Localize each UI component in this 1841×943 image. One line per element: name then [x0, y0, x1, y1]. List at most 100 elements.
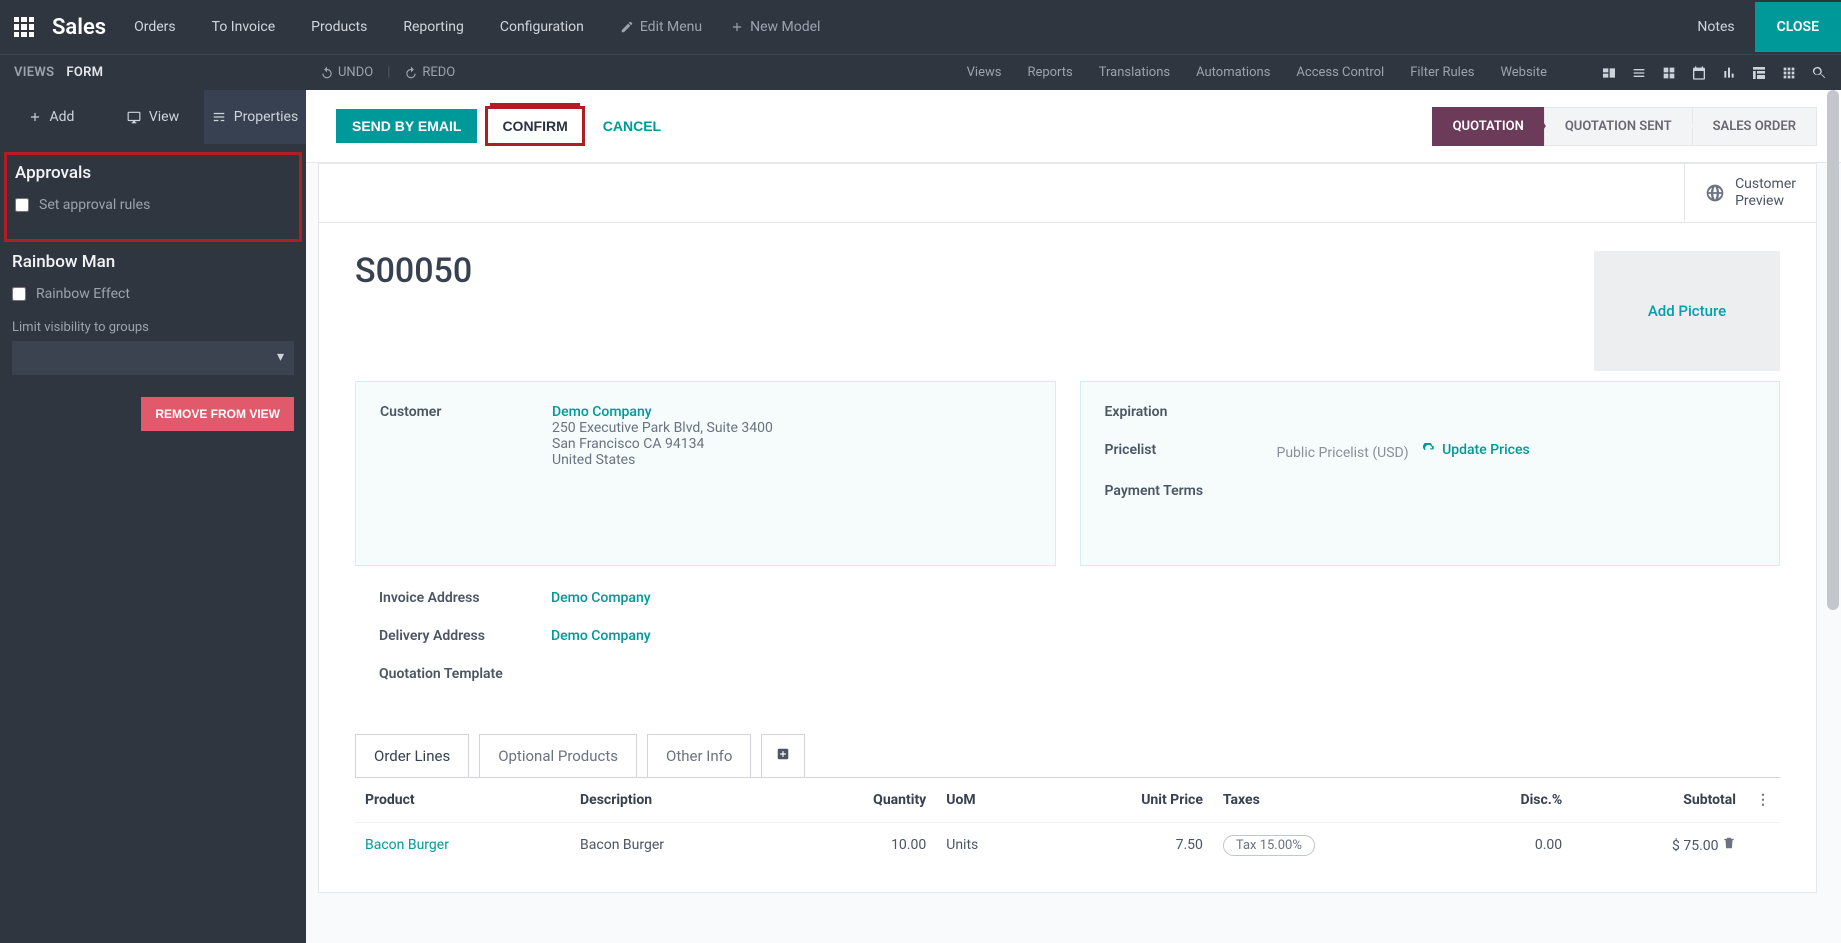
studio-subbar: VIEWS FORM UNDO | REDO Views Reports Tra…	[0, 54, 1841, 90]
customer-link[interactable]: Demo Company	[552, 404, 652, 420]
properties-icon	[212, 110, 226, 124]
close-button[interactable]: CLOSE	[1755, 2, 1841, 52]
send-by-email-button[interactable]: SEND BY EMAIL	[336, 109, 477, 143]
trash-icon	[1722, 836, 1736, 850]
apps-grid-icon[interactable]	[14, 17, 34, 37]
th-taxes[interactable]: Taxes	[1213, 777, 1445, 822]
table-row[interactable]: Bacon Burger Bacon Burger 10.00 Units 7.…	[355, 822, 1780, 868]
status-quotation-sent[interactable]: QUOTATION SENT	[1544, 107, 1693, 146]
subbar-website[interactable]: Website	[1500, 65, 1547, 80]
view-pivot-icon[interactable]	[1751, 65, 1767, 81]
plus-square-icon	[776, 747, 790, 761]
tab-optional-products[interactable]: Optional Products	[479, 734, 637, 777]
customer-preview-label: CustomerPreview	[1735, 176, 1796, 210]
sidebar-tab-view-label: View	[149, 109, 179, 125]
th-description[interactable]: Description	[570, 777, 785, 822]
order-number: S00050	[355, 251, 472, 291]
cell-qty[interactable]: 10.00	[785, 822, 936, 868]
sidebar-tab-view[interactable]: View	[102, 90, 204, 144]
approvals-highlight: Approvals Set approval rules	[4, 152, 302, 242]
cell-disc[interactable]: 0.00	[1445, 822, 1573, 868]
limit-visibility-select[interactable]	[12, 341, 294, 375]
tab-other-info[interactable]: Other Info	[647, 734, 751, 777]
cell-product[interactable]: Bacon Burger	[365, 837, 449, 853]
search-icon[interactable]	[1811, 65, 1827, 81]
menu-orders[interactable]: Orders	[134, 19, 176, 35]
subbar-filter-rules[interactable]: Filter Rules	[1410, 65, 1474, 80]
status-sales-order[interactable]: SALES ORDER	[1692, 107, 1817, 146]
tab-order-lines[interactable]: Order Lines	[355, 734, 469, 777]
view-calendar-icon[interactable]	[1691, 65, 1707, 81]
status-quotation[interactable]: QUOTATION	[1432, 107, 1545, 146]
undo-label: UNDO	[338, 65, 373, 80]
notes-link[interactable]: Notes	[1697, 19, 1734, 35]
th-quantity[interactable]: Quantity	[785, 777, 936, 822]
view-kanban-icon[interactable]	[1661, 65, 1677, 81]
view-graph-icon[interactable]	[1721, 65, 1737, 81]
view-grid-icon[interactable]	[1781, 65, 1797, 81]
customer-addr2: San Francisco CA 94134	[552, 436, 773, 452]
update-prices-label: Update Prices	[1442, 442, 1530, 458]
subbar-reports[interactable]: Reports	[1027, 65, 1072, 80]
subbar-translations[interactable]: Translations	[1099, 65, 1170, 80]
edit-menu-link[interactable]: Edit Menu	[620, 19, 702, 35]
update-prices-link[interactable]: Update Prices	[1422, 442, 1530, 458]
customer-label: Customer	[380, 404, 552, 468]
subbar-views[interactable]: Views	[967, 65, 1002, 80]
invoice-address-link[interactable]: Demo Company	[551, 590, 651, 606]
new-model-link[interactable]: New Model	[730, 19, 820, 35]
subbar-automations[interactable]: Automations	[1196, 65, 1270, 80]
refresh-icon	[1422, 443, 1436, 457]
approval-rules-checkbox[interactable]: Set approval rules	[15, 197, 291, 213]
quotation-template-label: Quotation Template	[379, 666, 551, 682]
approval-rules-input[interactable]	[15, 198, 29, 212]
th-product[interactable]: Product	[355, 777, 570, 822]
cell-description[interactable]: Bacon Burger	[570, 822, 785, 868]
customer-addr3: United States	[552, 452, 773, 468]
redo-label: REDO	[422, 65, 455, 80]
payment-terms-label: Payment Terms	[1105, 483, 1277, 499]
view-form-icon[interactable]	[1601, 65, 1617, 81]
menu-reporting[interactable]: Reporting	[403, 19, 464, 35]
rainbow-effect-input[interactable]	[12, 287, 26, 301]
subbar-access-control[interactable]: Access Control	[1296, 65, 1384, 80]
th-disc[interactable]: Disc.%	[1445, 777, 1573, 822]
pricelist-value[interactable]: Public Pricelist (USD)	[1277, 445, 1409, 461]
customer-preview-button[interactable]: CustomerPreview	[1684, 164, 1816, 222]
th-unit-price[interactable]: Unit Price	[1044, 777, 1213, 822]
sidebar-tab-add[interactable]: Add	[0, 90, 102, 144]
delivery-address-label: Delivery Address	[379, 628, 551, 644]
tab-add[interactable]	[761, 734, 805, 777]
menu-configuration[interactable]: Configuration	[500, 19, 584, 35]
th-uom[interactable]: UoM	[936, 777, 1044, 822]
undo-button[interactable]: UNDO	[320, 65, 373, 80]
rainbow-effect-checkbox[interactable]: Rainbow Effect	[12, 286, 294, 302]
cell-uom[interactable]: Units	[936, 822, 1044, 868]
pricelist-label: Pricelist	[1105, 442, 1277, 461]
sidebar-tab-properties[interactable]: Properties	[204, 90, 306, 144]
undo-icon	[320, 66, 334, 80]
view-list-icon[interactable]	[1631, 65, 1647, 81]
studio-sidebar: Add View Properties Approvals Set approv…	[0, 90, 306, 943]
plus-icon	[28, 110, 42, 124]
delete-row-icon[interactable]	[1722, 838, 1736, 854]
remove-from-view-button[interactable]: REMOVE FROM VIEW	[141, 397, 294, 431]
cell-tax[interactable]: Tax 15.00%	[1223, 835, 1315, 856]
form-label[interactable]: FORM	[66, 65, 103, 80]
app-brand[interactable]: Sales	[52, 15, 106, 40]
new-model-label: New Model	[750, 19, 820, 35]
delivery-address-link[interactable]: Demo Company	[551, 628, 651, 644]
customer-addr1: 250 Executive Park Blvd, Suite 3400	[552, 420, 773, 436]
th-more[interactable]: ⋮	[1746, 777, 1780, 822]
menu-products[interactable]: Products	[311, 19, 367, 35]
th-subtotal[interactable]: Subtotal	[1572, 777, 1746, 822]
cell-price[interactable]: 7.50	[1044, 822, 1213, 868]
sidebar-tab-properties-label: Properties	[234, 109, 298, 125]
add-picture-button[interactable]: Add Picture	[1594, 251, 1780, 371]
menu-to-invoice[interactable]: To Invoice	[212, 19, 276, 35]
cancel-button[interactable]: CANCEL	[593, 109, 671, 143]
scrollbar-thumb[interactable]	[1827, 90, 1839, 610]
confirm-button[interactable]: CONFIRM	[485, 106, 584, 146]
redo-button[interactable]: REDO	[404, 65, 455, 80]
scrollbar[interactable]	[1825, 90, 1841, 943]
